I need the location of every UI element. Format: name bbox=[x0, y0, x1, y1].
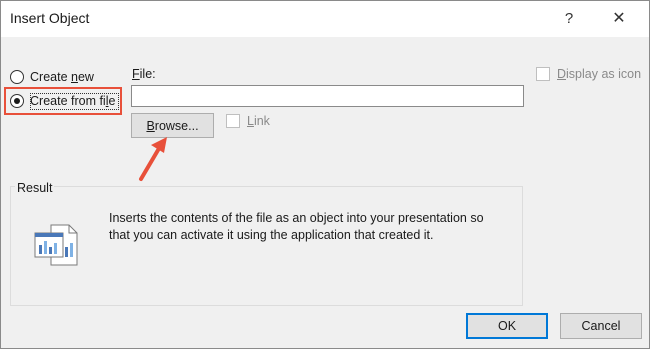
file-path-input[interactable] bbox=[131, 85, 524, 107]
result-description-line-2: that you can activate it using the appli… bbox=[109, 228, 434, 242]
ok-button[interactable]: OK bbox=[466, 313, 548, 339]
result-description: Inserts the contents of the file as an o… bbox=[109, 210, 509, 244]
create-new-radio-circle[interactable] bbox=[10, 70, 24, 84]
create-new-label: Create new bbox=[30, 70, 94, 84]
display-as-icon-checkbox[interactable] bbox=[536, 67, 550, 81]
link-checkbox-row[interactable]: Link bbox=[226, 114, 270, 128]
result-legend: Result bbox=[15, 181, 55, 195]
file-label: File: bbox=[132, 67, 156, 81]
cancel-button[interactable]: Cancel bbox=[560, 313, 642, 339]
annotation-highlight-box bbox=[4, 87, 122, 115]
object-file-icon bbox=[34, 224, 78, 266]
link-label: Link bbox=[247, 114, 270, 128]
title-bar: Insert Object ? ✕ bbox=[1, 1, 649, 37]
dialog-title: Insert Object bbox=[10, 10, 90, 26]
result-group bbox=[10, 186, 523, 306]
help-icon[interactable]: ? bbox=[558, 7, 580, 29]
arrow-annotation-icon bbox=[139, 137, 167, 181]
close-icon[interactable]: ✕ bbox=[608, 7, 630, 29]
insert-object-dialog: Insert Object ? ✕ Create new Create from… bbox=[0, 0, 650, 349]
result-description-line-1: Inserts the contents of the file as an o… bbox=[109, 211, 484, 225]
display-as-icon-row[interactable]: Display as icon bbox=[536, 67, 641, 81]
create-new-radio[interactable]: Create new bbox=[10, 70, 94, 84]
display-as-icon-label: Display as icon bbox=[557, 67, 642, 81]
link-checkbox[interactable] bbox=[226, 114, 240, 128]
